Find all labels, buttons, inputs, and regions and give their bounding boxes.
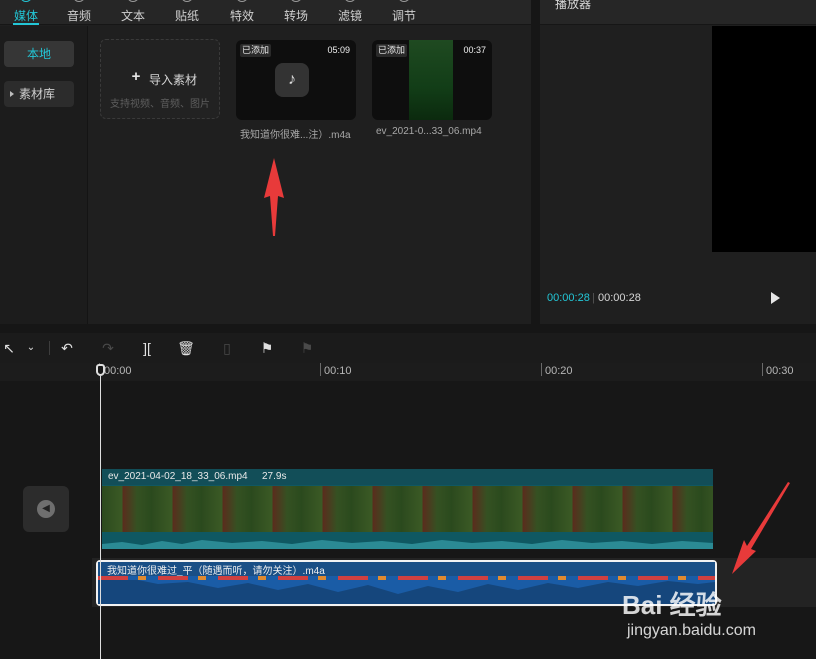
current-time: 00:00:28 bbox=[547, 292, 590, 304]
baidu-watermark-logo: Bai 经验 bbox=[622, 590, 722, 620]
ruler-tick bbox=[762, 363, 763, 376]
total-time: 00:00:28 bbox=[598, 292, 641, 304]
tab-label: 媒体 bbox=[13, 9, 38, 23]
adjust-icon bbox=[398, 0, 410, 2]
annotation-arrow-up bbox=[264, 158, 284, 236]
filter-icon bbox=[344, 0, 356, 2]
player-title: 播放器 bbox=[555, 0, 592, 11]
tiktok-note-icon: ♪ bbox=[275, 63, 309, 97]
redo-icon[interactable]: ↷ bbox=[99, 339, 117, 357]
ruler-label: 00:00 bbox=[104, 365, 132, 377]
tab-label: 调节 bbox=[391, 9, 416, 23]
added-badge: 已添加 bbox=[376, 44, 408, 57]
freeze-icon[interactable]: ▯ bbox=[218, 339, 236, 357]
sidebar-item-library[interactable]: 素材库 bbox=[4, 81, 74, 107]
added-badge: 已添加 bbox=[240, 44, 272, 57]
ruler-label: 00:20 bbox=[545, 365, 573, 377]
media-icon bbox=[20, 0, 32, 2]
player-preview bbox=[712, 26, 816, 252]
tab-adjust[interactable]: 调节 bbox=[384, 0, 424, 24]
import-media-label: 导入素材 bbox=[149, 73, 198, 87]
playhead-handle[interactable] bbox=[96, 364, 105, 376]
sticker-icon bbox=[181, 0, 193, 2]
plus-icon: + bbox=[131, 68, 141, 85]
media-item-name: ev_2021-0...33_06.mp4 bbox=[376, 126, 482, 137]
active-tab-indicator bbox=[13, 23, 39, 25]
tab-label: 贴纸 bbox=[174, 9, 199, 23]
tab-filter[interactable]: 滤镜 bbox=[330, 0, 370, 24]
sidebar-item-local[interactable]: 本地 bbox=[4, 41, 74, 67]
media-item-audio[interactable]: 已添加 05:09 ♪ bbox=[236, 40, 356, 120]
playhead-line[interactable] bbox=[100, 376, 101, 659]
tab-text[interactable]: 文本 bbox=[113, 0, 153, 24]
media-duration: 05:09 bbox=[327, 45, 350, 55]
toolbar-divider bbox=[49, 341, 50, 355]
text-icon bbox=[127, 0, 139, 2]
media-duration: 00:37 bbox=[463, 45, 486, 55]
import-media-hint: 支持视频、音频、图片 bbox=[110, 99, 210, 110]
media-item-name: 我知道你很难...注）.m4a bbox=[240, 130, 351, 141]
transition-icon bbox=[290, 0, 302, 2]
tab-label: 文本 bbox=[120, 9, 145, 23]
baidu-watermark-url: jingyan.baidu.com bbox=[627, 622, 756, 639]
cursor-icon[interactable]: ↖ bbox=[0, 339, 18, 357]
play-button[interactable] bbox=[771, 292, 780, 304]
time-separator: | bbox=[592, 292, 595, 304]
caret-right-icon bbox=[10, 91, 14, 97]
flag-disabled-icon[interactable]: ⚑ bbox=[298, 339, 316, 357]
tab-sticker[interactable]: 贴纸 bbox=[167, 0, 207, 24]
video-thumbnail bbox=[409, 40, 453, 120]
undo-icon[interactable]: ↶ bbox=[58, 339, 76, 357]
annotation-arrow-diagonal bbox=[732, 482, 790, 574]
ruler-label: 00:10 bbox=[324, 365, 352, 377]
ruler-label: 00:30 bbox=[766, 365, 794, 377]
audio-icon bbox=[73, 0, 85, 2]
video-frame-strip bbox=[102, 486, 713, 532]
trash-icon[interactable]: 🗑 bbox=[177, 339, 195, 357]
top-tab-bar: 媒体 音频 文本 贴纸 特效 转场 滤镜 调节 bbox=[0, 0, 531, 25]
video-track-duration: 27.9s bbox=[262, 471, 287, 482]
timeline-toolbar bbox=[0, 333, 816, 363]
chevron-down-icon[interactable]: ⌄ bbox=[22, 339, 40, 357]
tab-label: 滤镜 bbox=[337, 9, 362, 23]
media-item-video[interactable]: 已添加 00:37 bbox=[372, 40, 492, 120]
ruler-tick bbox=[320, 363, 321, 376]
flag-icon[interactable]: ⚑ bbox=[258, 339, 276, 357]
split-icon[interactable]: ][ bbox=[138, 339, 156, 357]
effects-icon bbox=[236, 0, 248, 2]
speaker-icon: ◀ bbox=[37, 500, 55, 518]
tab-transition[interactable]: 转场 bbox=[276, 0, 316, 24]
sidebar-item-label: 素材库 bbox=[19, 87, 56, 101]
tab-audio[interactable]: 音频 bbox=[59, 0, 99, 24]
video-waveform bbox=[102, 532, 713, 549]
tab-label: 特效 bbox=[229, 9, 254, 23]
audio-track-name: 我知道你很难过_平（随遇而听，请勿关注）.m4a bbox=[107, 566, 325, 577]
tab-label: 转场 bbox=[283, 9, 308, 23]
media-sidebar: 本地 素材库 bbox=[0, 26, 88, 324]
ruler-tick bbox=[541, 363, 542, 376]
tab-label: 音频 bbox=[66, 9, 91, 23]
tab-media[interactable]: 媒体 bbox=[6, 0, 46, 24]
tab-effects[interactable]: 特效 bbox=[222, 0, 262, 24]
video-track-name: ev_2021-04-02_18_33_06.mp4 bbox=[108, 471, 248, 482]
